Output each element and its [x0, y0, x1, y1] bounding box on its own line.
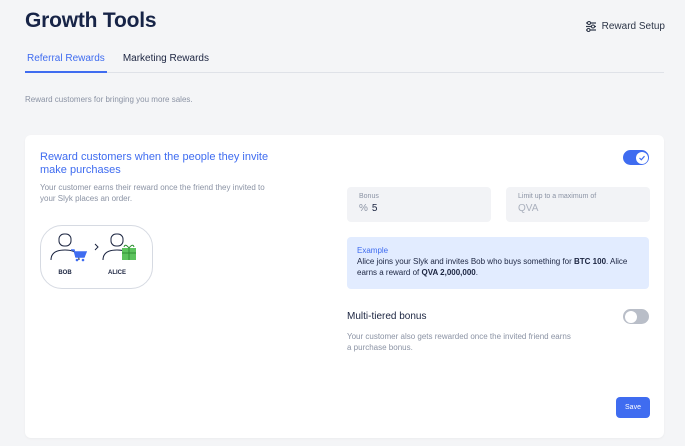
- bob-label: BOB: [58, 270, 72, 276]
- page-title: Growth Tools: [25, 9, 157, 32]
- bonus-label: Bonus: [359, 193, 379, 200]
- example-reward: QVA 2,000,000: [421, 268, 476, 277]
- multi-tier-title: Multi-tiered bonus: [347, 311, 427, 322]
- example-box: Example Alice joins your Slyk and invite…: [347, 237, 649, 289]
- chevron-right-icon: [94, 243, 99, 251]
- gift-icon: [122, 244, 136, 260]
- intro-text: Reward customers for bringing you more s…: [25, 95, 193, 104]
- reward-setup-label: Reward Setup: [601, 21, 665, 32]
- multi-tier-description: Your customer also gets rewarded once th…: [347, 332, 571, 352]
- bonus-field[interactable]: Bonus % 5: [347, 187, 491, 222]
- tab-marketing-rewards[interactable]: Marketing Rewards: [121, 51, 211, 73]
- reward-setup-button[interactable]: Reward Setup: [585, 21, 665, 32]
- example-title: Example: [357, 246, 389, 255]
- card-description: Your customer earns their reward once th…: [40, 183, 265, 203]
- check-icon: [638, 155, 645, 161]
- example-end: .: [475, 268, 478, 277]
- sliders-icon: [585, 21, 597, 32]
- multi-tier-toggle[interactable]: [623, 309, 649, 324]
- toggle-knob: [635, 151, 648, 164]
- save-button[interactable]: Save: [616, 397, 650, 418]
- example-line1: Alice joins your Slyk and invites Bob wh…: [357, 257, 572, 266]
- referral-reward-toggle[interactable]: [623, 150, 649, 165]
- tab-bar: Referral Rewards Marketing Rewards: [25, 51, 664, 73]
- referral-illustration: BOB ALICE: [40, 225, 153, 289]
- referral-reward-card: Reward customers when the people they in…: [25, 135, 664, 438]
- card-heading: Reward customers when the people they in…: [40, 151, 269, 176]
- bob-avatar-icon: [50, 233, 80, 261]
- toggle-knob: [624, 310, 637, 323]
- bonus-value: 5: [371, 203, 378, 214]
- alice-label: ALICE: [108, 270, 126, 276]
- limit-placeholder: QVA: [518, 203, 539, 214]
- tab-referral-rewards[interactable]: Referral Rewards: [25, 51, 107, 73]
- limit-field[interactable]: Limit up to a maximum of QVA: [506, 187, 650, 222]
- example-amount: BTC 100: [574, 257, 607, 266]
- limit-label: Limit up to a maximum of: [518, 193, 597, 200]
- percent-prefix: %: [359, 203, 368, 214]
